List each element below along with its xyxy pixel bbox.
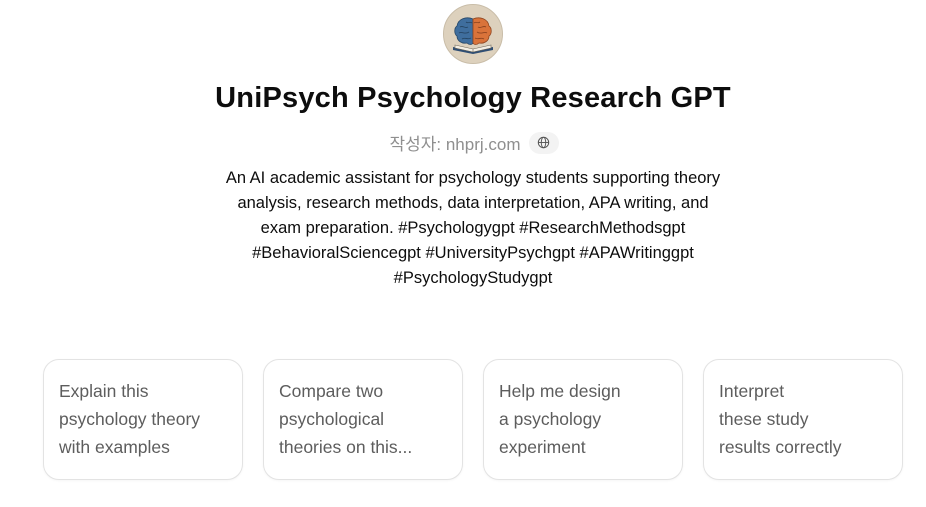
starter-prompt-card[interactable]: Explain this psychology theory with exam… bbox=[43, 359, 243, 480]
description-line: An AI academic assistant for psychology … bbox=[225, 169, 721, 187]
starter-prompt-card[interactable]: Interpret these study results correctly bbox=[703, 359, 903, 480]
prompt-line: results correctly bbox=[719, 437, 842, 457]
starter-prompts: Explain this psychology theory with exam… bbox=[43, 359, 903, 480]
prompt-line: psychology theory bbox=[59, 409, 201, 429]
author-website-button[interactable] bbox=[528, 131, 559, 154]
prompt-line: these study bbox=[719, 409, 809, 429]
gpt-intro-page: UniPsych Psychology Research GPT 작성자: nh… bbox=[0, 0, 926, 507]
brain-book-icon bbox=[444, 5, 502, 63]
prompt-line: a psychology bbox=[499, 409, 602, 429]
prompt-line: Compare two bbox=[279, 381, 384, 401]
author-label: 작성자: nhprj.com bbox=[389, 135, 521, 154]
prompt-line: psychological bbox=[279, 409, 385, 429]
description-line: #PsychologyStudygpt bbox=[393, 269, 553, 287]
starter-prompt-card[interactable]: Compare two psychological theories on th… bbox=[263, 359, 463, 480]
gpt-title: UniPsych Psychology Research GPT bbox=[215, 82, 731, 114]
prompt-line: Explain this bbox=[59, 381, 149, 401]
description-line: #BehavioralSciencegpt #UniversityPsychgp… bbox=[252, 244, 694, 262]
description-line: analysis, research methods, data interpr… bbox=[237, 194, 709, 212]
prompt-line: Help me design bbox=[499, 381, 621, 401]
prompt-line: experiment bbox=[499, 437, 586, 457]
author-row: 작성자: nhprj.com bbox=[0, 130, 926, 155]
prompt-line: with examples bbox=[59, 437, 170, 457]
gpt-avatar bbox=[443, 4, 503, 64]
gpt-description: An AI academic assistant for psychology … bbox=[190, 166, 756, 291]
description-line: exam preparation. #Psychologygpt #Resear… bbox=[260, 219, 686, 237]
globe-icon bbox=[537, 136, 550, 149]
prompt-line: Interpret bbox=[719, 381, 785, 401]
prompt-line: theories on this... bbox=[279, 437, 413, 457]
starter-prompt-card[interactable]: Help me design a psychology experiment bbox=[483, 359, 683, 480]
